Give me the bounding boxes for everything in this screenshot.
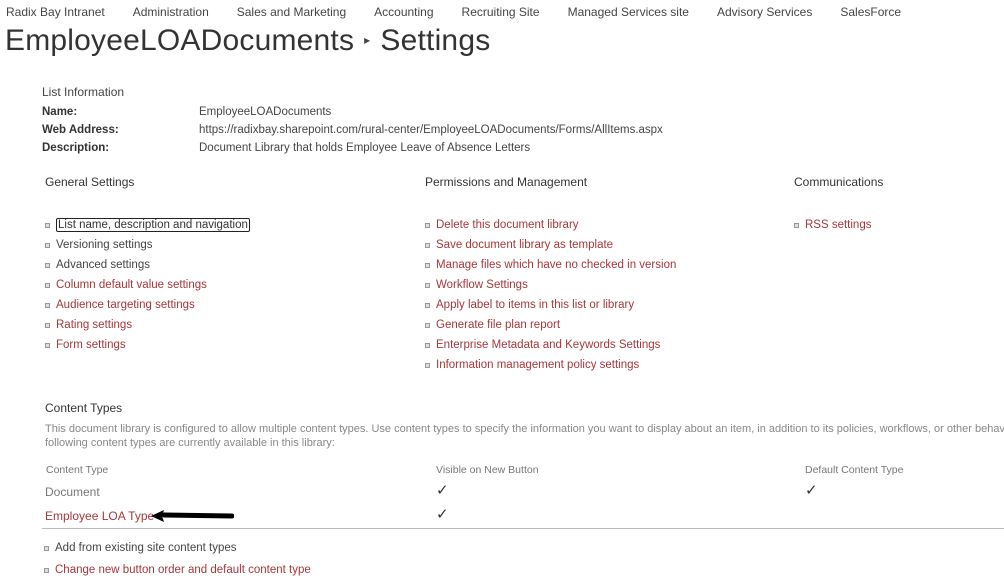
name-label: Name: [42,106,78,118]
web-address-value: https://radixbay.sharepoint.com/rural-ce… [199,124,663,136]
permissions-management-heading: Permissions and Management [425,175,588,189]
column-default-value-settings-link[interactable]: Column default value settings [56,279,207,291]
list-item: RSS settings [794,215,871,235]
bullet-icon [45,282,50,288]
nav-sales-and-marketing[interactable]: Sales and Marketing [237,5,346,21]
enterprise-metadata-link[interactable]: Enterprise Metadata and Keywords Setting… [436,339,660,351]
general-settings-links: List name, description and navigation Ve… [45,215,250,355]
communications-links: RSS settings [794,215,871,235]
list-item: Workflow Settings [425,275,676,295]
nav-radix-bay-intranet[interactable]: Radix Bay Intranet [6,5,105,21]
delete-library-link[interactable]: Delete this document library [436,219,579,231]
change-button-order-link[interactable]: Change new button order and default cont… [55,564,311,576]
nav-advisory-services[interactable]: Advisory Services [717,5,812,21]
versioning-settings-link[interactable]: Versioning settings [56,239,153,251]
content-types-links: Add from existing site content types Cha… [44,537,311,581]
web-address-label: Web Address: [42,124,119,136]
bullet-icon [425,222,430,228]
name-value: EmployeeLOADocuments [199,106,332,118]
nav-managed-services-site[interactable]: Managed Services site [568,5,689,21]
content-types-heading: Content Types [45,401,123,415]
bullet-icon [425,342,430,348]
audience-targeting-settings-link[interactable]: Audience targeting settings [56,299,195,311]
bullet-icon [45,242,50,248]
list-item: Change new button order and default cont… [44,559,311,581]
list-name-description-navigation-link[interactable]: List name, description and navigation [56,218,250,232]
list-item: Advanced settings [45,255,250,275]
col-header-content-type: Content Type [46,464,109,476]
bullet-icon [45,342,50,348]
check-icon: ✓ [805,482,818,499]
rss-settings-link[interactable]: RSS settings [805,219,871,231]
communications-heading: Communications [794,175,884,189]
bullet-icon [44,545,49,551]
list-item: Form settings [45,335,250,355]
nav-recruiting-site[interactable]: Recruiting Site [462,5,540,21]
advanced-settings-link[interactable]: Advanced settings [56,259,150,271]
add-existing-content-types-link[interactable]: Add from existing site content types [55,542,237,554]
information-policy-link[interactable]: Information management policy settings [436,359,639,371]
bullet-icon [45,322,50,328]
list-information-heading: List Information [42,85,125,99]
list-item: Apply label to items in this list or lib… [425,295,676,315]
list-item: Audience targeting settings [45,295,250,315]
divider [42,528,1004,529]
nav-salesforce[interactable]: SalesForce [840,5,901,21]
list-item: Column default value settings [45,275,250,295]
general-settings-heading: General Settings [45,175,135,189]
bullet-icon [45,262,50,268]
triangle-right-icon: ▸ [364,33,371,48]
breadcrumb-list-name[interactable]: EmployeeLOADocuments [5,24,354,57]
list-item: List name, description and navigation [45,215,250,235]
bullet-icon [425,262,430,268]
bullet-icon [794,222,799,228]
bullet-icon [425,242,430,248]
list-item: Save document library as template [425,235,676,255]
col-header-visible: Visible on New Button [436,464,539,476]
rating-settings-link[interactable]: Rating settings [56,319,132,331]
arrow-left-icon [151,510,234,522]
apply-label-link[interactable]: Apply label to items in this list or lib… [436,299,634,311]
page-title: EmployeeLOADocuments ▸ Settings [5,24,490,58]
content-type-employee-loa[interactable]: Employee LOA Type [45,509,154,523]
list-item: Rating settings [45,315,250,335]
list-item: Versioning settings [45,235,250,255]
manage-unchecked-files-link[interactable]: Manage files which have no checked in ve… [436,259,676,271]
bullet-icon [425,302,430,308]
bullet-icon [45,302,50,308]
bullet-icon [44,567,49,573]
list-item: Enterprise Metadata and Keywords Setting… [425,335,676,355]
content-types-description: This document library is configured to a… [45,423,1004,449]
check-icon: ✓ [436,506,449,523]
permissions-management-links: Delete this document library Save docume… [425,215,676,375]
description-label: Description: [42,142,110,154]
content-type-document[interactable]: Document [45,485,100,499]
top-navigation: Radix Bay Intranet Administration Sales … [6,5,929,21]
list-item: Manage files which have no checked in ve… [425,255,676,275]
list-item: Information management policy settings [425,355,676,375]
generate-file-plan-link[interactable]: Generate file plan report [436,319,560,331]
list-item: Add from existing site content types [44,537,311,559]
bullet-icon [425,282,430,288]
form-settings-link[interactable]: Form settings [56,339,126,351]
bullet-icon [425,322,430,328]
workflow-settings-link[interactable]: Workflow Settings [436,279,528,291]
nav-accounting[interactable]: Accounting [374,5,433,21]
check-icon: ✓ [436,482,449,499]
col-header-default: Default Content Type [805,464,904,476]
bullet-icon [45,222,50,228]
list-item: Generate file plan report [425,315,676,335]
description-value: Document Library that holds Employee Lea… [199,142,531,154]
list-item: Delete this document library [425,215,676,235]
save-as-template-link[interactable]: Save document library as template [436,239,613,251]
nav-administration[interactable]: Administration [133,5,209,21]
breadcrumb-page: Settings [380,24,491,57]
bullet-icon [425,362,430,368]
